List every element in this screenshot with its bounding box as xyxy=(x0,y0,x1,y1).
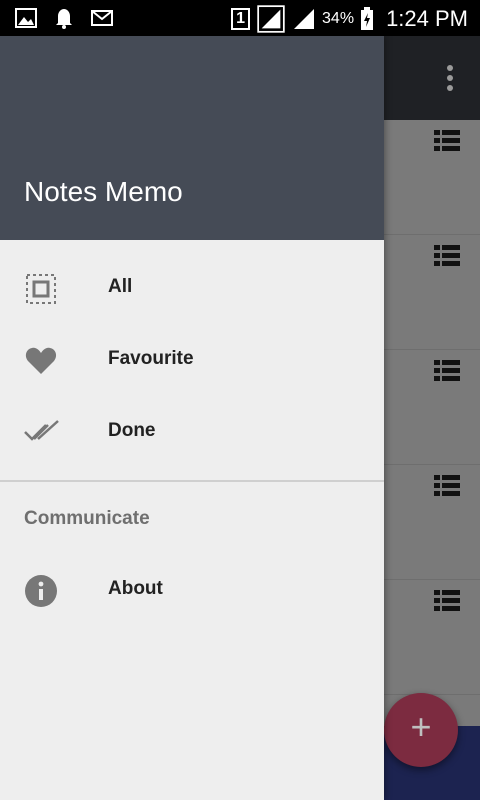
battery-percent: 34% xyxy=(322,10,355,27)
bell-icon xyxy=(56,9,72,29)
section-header-communicate: Communicate xyxy=(24,508,150,529)
double-check-icon xyxy=(24,420,59,441)
select-all-icon xyxy=(26,274,56,304)
drawer-divider xyxy=(0,480,384,482)
mail-icon xyxy=(91,10,113,26)
sim-slot-indicator: 1 xyxy=(231,8,251,30)
list-view-icon[interactable] xyxy=(434,590,460,612)
list-view-icon[interactable] xyxy=(434,475,460,497)
battery-charging-icon xyxy=(361,7,374,30)
heart-icon xyxy=(25,347,57,374)
list-view-icon[interactable] xyxy=(434,360,460,382)
status-bar: 1 34% 1:24 PM xyxy=(0,0,480,36)
drawer-item-label: All xyxy=(108,276,133,297)
gallery-icon xyxy=(15,8,37,28)
plus-icon: + xyxy=(410,706,432,747)
list-view-icon[interactable] xyxy=(434,245,460,267)
signal-icon xyxy=(257,5,285,33)
drawer-item-all[interactable]: All xyxy=(0,252,384,324)
drawer-header: Notes Memo xyxy=(0,36,384,240)
drawer-title: Notes Memo xyxy=(24,176,183,207)
drawer-item-done[interactable]: Done xyxy=(0,396,384,468)
navigation-drawer: Notes Memo All Favourite Done Communicat… xyxy=(0,36,384,800)
list-view-icon[interactable] xyxy=(434,130,460,152)
drawer-item-about[interactable]: About xyxy=(0,554,384,626)
signal-icon-secondary xyxy=(294,9,315,29)
clock: 1:24 PM xyxy=(386,6,468,31)
drawer-item-label: Favourite xyxy=(108,348,194,369)
drawer-item-label: About xyxy=(108,578,163,599)
info-icon xyxy=(25,575,57,607)
drawer-item-favourite[interactable]: Favourite xyxy=(0,324,384,396)
overflow-menu-icon[interactable] xyxy=(446,64,454,92)
add-note-fab[interactable]: + xyxy=(384,693,458,767)
drawer-item-label: Done xyxy=(108,420,156,441)
